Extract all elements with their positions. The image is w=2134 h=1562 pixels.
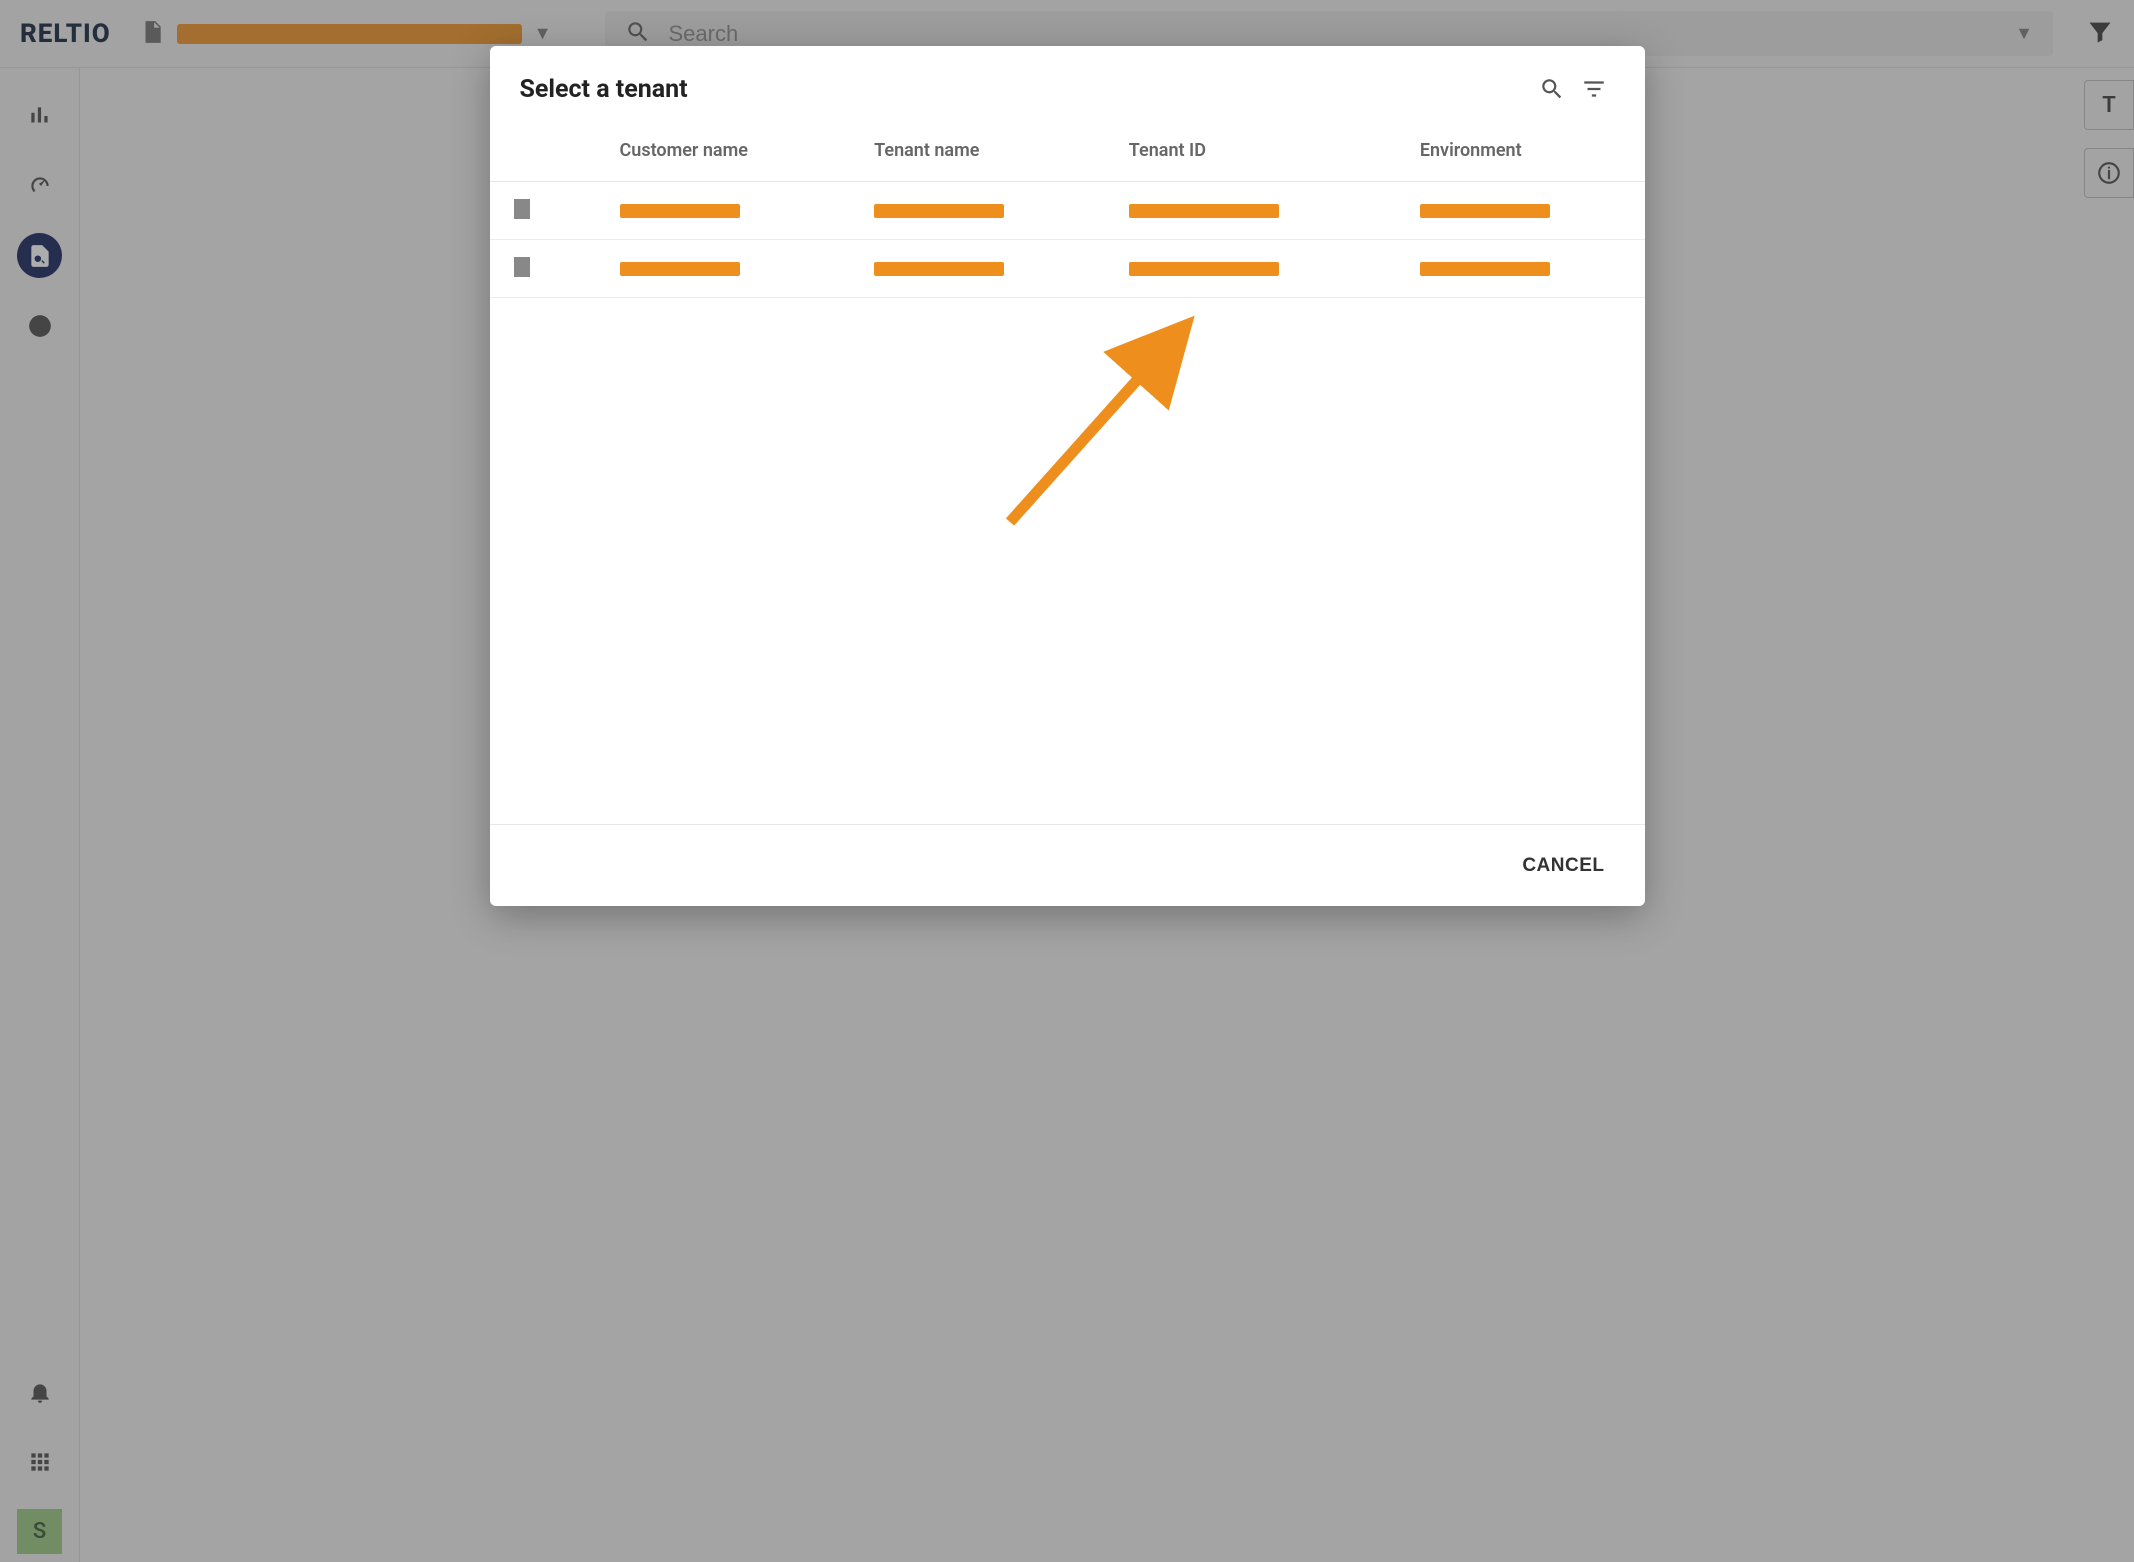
tenant-row[interactable] (490, 182, 1645, 240)
dialog-header: Select a tenant (490, 46, 1645, 120)
col-environment: Environment (1370, 140, 1625, 161)
tenant-table-header: Customer name Tenant name Tenant ID Envi… (490, 120, 1645, 182)
dialog-search-button[interactable] (1531, 68, 1573, 110)
tenant-row[interactable] (490, 240, 1645, 298)
annotation-arrow-icon (990, 312, 1220, 542)
redacted-value (1420, 262, 1550, 276)
col-tenant-id: Tenant ID (1079, 140, 1370, 161)
redacted-value (1420, 204, 1550, 218)
redacted-value (620, 204, 740, 218)
redacted-value (874, 262, 1004, 276)
redacted-value (1129, 204, 1279, 218)
dialog-title: Select a tenant (520, 75, 688, 104)
modal-overlay: Select a tenant Customer name Tenant nam… (0, 0, 2134, 1562)
cancel-button[interactable]: CANCEL (1510, 845, 1616, 887)
dialog-filter-button[interactable] (1573, 68, 1615, 110)
dialog-body (490, 182, 1645, 824)
building-icon (510, 197, 570, 225)
col-tenant-name: Tenant name (824, 140, 1079, 161)
redacted-value (1129, 262, 1279, 276)
redacted-value (620, 262, 740, 276)
dialog-footer: CANCEL (490, 824, 1645, 906)
select-tenant-dialog: Select a tenant Customer name Tenant nam… (490, 46, 1645, 906)
redacted-value (874, 204, 1004, 218)
building-icon (510, 255, 570, 283)
col-customer-name: Customer name (570, 140, 825, 161)
